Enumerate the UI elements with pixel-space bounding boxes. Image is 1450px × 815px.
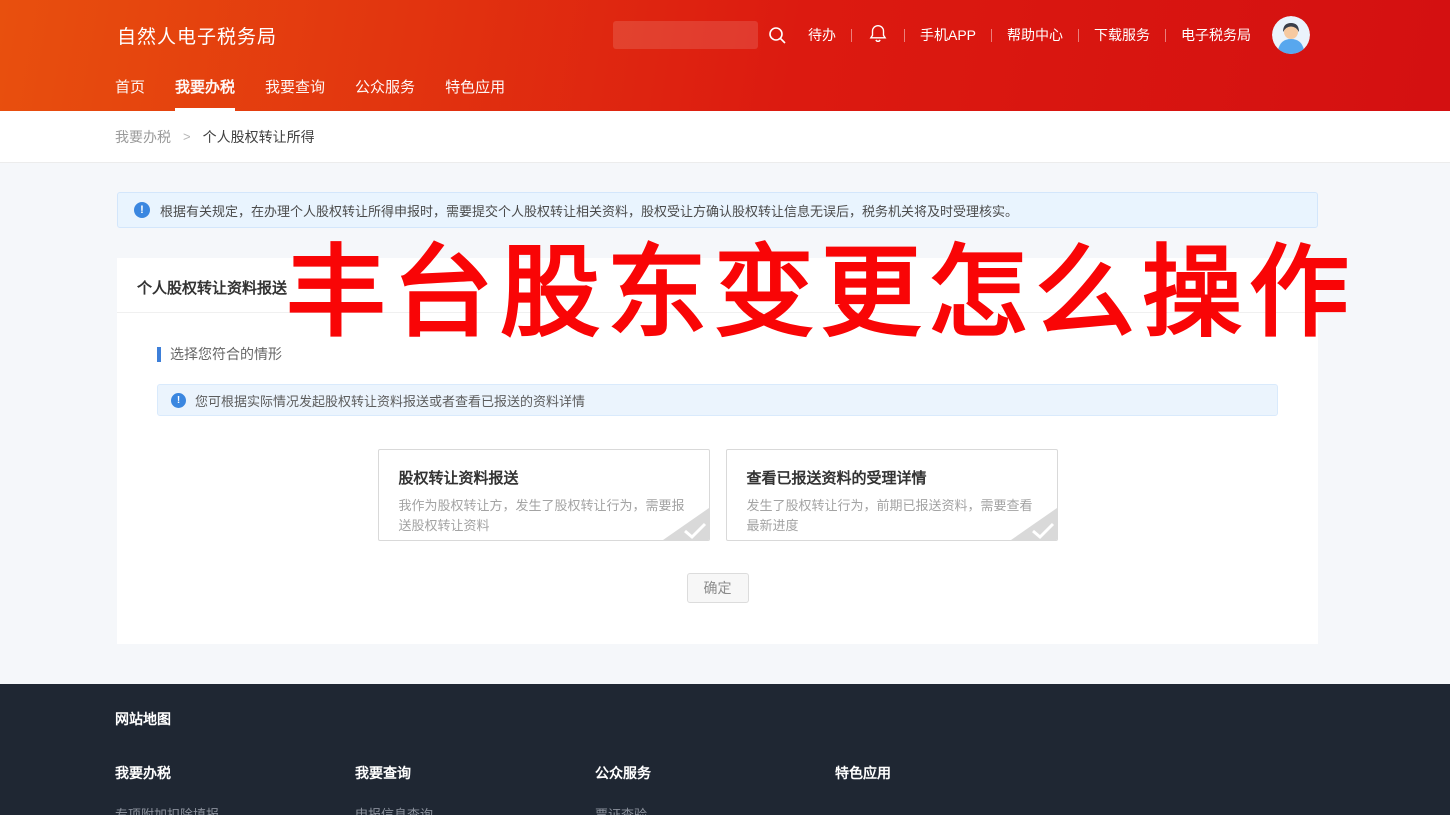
- breadcrumb-current: 个人股权转让所得: [202, 128, 315, 145]
- avatar[interactable]: [1272, 16, 1310, 54]
- footer-col-header: 我要办税: [115, 765, 171, 781]
- app-logo[interactable]: 自然人电子税务局: [117, 22, 277, 49]
- breadcrumb: 我要办税 > 个人股权转让所得: [0, 111, 1450, 163]
- section-accent-bar: [157, 346, 161, 362]
- tab-tax-handling[interactable]: 我要办税: [175, 70, 236, 111]
- page-footer: 网站地图 我要办税 专项附加扣除填报 我要查询 申报信息查询 公众服务 票证查验…: [0, 684, 1450, 815]
- menu-item-download[interactable]: 下载服务: [1079, 25, 1165, 45]
- hint-box: ! 您可根据实际情况发起股权转让资料报送或者查看已报送的资料详情: [157, 384, 1278, 416]
- footer-col-header: 公众服务: [595, 765, 651, 781]
- bell-icon: [867, 21, 889, 50]
- corner-checkmark-icon: [662, 508, 709, 540]
- notice-text: 根据有关规定，在办理个人股权转让所得申报时，需要提交个人股权转让相关资料，股权受…: [160, 203, 1019, 219]
- footer-col-inquiry: 我要查询 申报信息查询: [355, 763, 595, 815]
- main-content: ! 根据有关规定，在办理个人股权转让所得申报时，需要提交个人股权转让相关资料，股…: [117, 192, 1318, 644]
- chevron-right-icon: >: [183, 129, 191, 144]
- section-label: 选择您符合的情形: [157, 346, 1278, 362]
- transfer-report-card: 个人股权转让资料报送 选择您符合的情形 ! 您可根据实际情况发起股权转让资料报送…: [117, 258, 1318, 644]
- info-icon: !: [171, 392, 186, 408]
- footer-columns: 我要办税 专项附加扣除填报 我要查询 申报信息查询 公众服务 票证查验 特色应用: [115, 763, 1450, 815]
- notice-banner: ! 根据有关规定，在办理个人股权转让所得申报时，需要提交个人股权转让相关资料，股…: [117, 192, 1318, 228]
- card-body: 选择您符合的情形 ! 您可根据实际情况发起股权转让资料报送或者查看已报送的资料详…: [117, 346, 1318, 603]
- info-icon: !: [134, 202, 150, 218]
- option-card-submit-materials[interactable]: 股权转让资料报送 我作为股权转让方，发生了股权转让行为，需要报送股权转让资料: [377, 449, 710, 541]
- header-menu: 待办 手机APP 帮助中心 下载服务 电子税务局: [793, 21, 1266, 50]
- option-card-view-submitted[interactable]: 查看已报送资料的受理详情 发生了股权转让行为，前期已报送资料，需要查看最新进度: [725, 449, 1058, 541]
- footer-link-declaration-info[interactable]: 申报信息查询: [355, 804, 595, 815]
- breadcrumb-parent[interactable]: 我要办税: [115, 127, 171, 147]
- app-header: 自然人电子税务局 待办 手机APP 帮助中心 下载服务 电子税务局 首页 我要办…: [0, 0, 1450, 111]
- menu-item-help-center[interactable]: 帮助中心: [992, 25, 1078, 45]
- primary-nav: 首页 我要办税 我要查询 公众服务 特色应用: [0, 70, 1450, 111]
- notifications-button[interactable]: [852, 21, 904, 50]
- footer-col-tax-handling: 我要办税 专项附加扣除填报: [115, 763, 355, 815]
- tab-featured-apps[interactable]: 特色应用: [445, 70, 505, 111]
- footer-col-header: 我要查询: [355, 765, 411, 781]
- sitemap-title: 网站地图: [115, 711, 171, 727]
- option-description: 发生了股权转让行为，前期已报送资料，需要查看最新进度: [746, 498, 1033, 533]
- card-title: 个人股权转让资料报送: [117, 258, 1318, 313]
- option-title: 查看已报送资料的受理详情: [746, 470, 927, 487]
- tab-inquiry[interactable]: 我要查询: [265, 70, 325, 111]
- corner-checkmark-icon: [1010, 508, 1057, 540]
- tab-home[interactable]: 首页: [115, 70, 145, 111]
- footer-link-ticket-check[interactable]: 票证查验: [595, 804, 835, 815]
- menu-item-mobile-app[interactable]: 手机APP: [905, 25, 991, 45]
- confirm-button[interactable]: 确定: [686, 573, 749, 603]
- footer-col-public-service: 公众服务 票证查验: [595, 763, 835, 815]
- search-icon[interactable]: [767, 25, 787, 45]
- tab-public-service[interactable]: 公众服务: [355, 70, 415, 111]
- hint-text: 您可根据实际情况发起股权转让资料报送或者查看已报送的资料详情: [195, 393, 586, 409]
- section-title: 选择您符合的情形: [170, 346, 282, 362]
- header-top-bar: 自然人电子税务局 待办 手机APP 帮助中心 下载服务 电子税务局: [0, 0, 1450, 70]
- footer-col-featured-apps: 特色应用: [835, 763, 1075, 815]
- footer-col-header: 特色应用: [835, 765, 891, 781]
- search-input[interactable]: [612, 21, 758, 49]
- footer-link-special-deduction[interactable]: 专项附加扣除填报: [115, 804, 355, 815]
- menu-item-todo[interactable]: 待办: [793, 25, 851, 45]
- option-title: 股权转让资料报送: [398, 470, 519, 487]
- options-row: 股权转让资料报送 我作为股权转让方，发生了股权转让行为，需要报送股权转让资料 查…: [157, 449, 1278, 541]
- option-description: 我作为股权转让方，发生了股权转让行为，需要报送股权转让资料: [398, 498, 685, 533]
- menu-item-etax-bureau[interactable]: 电子税务局: [1166, 25, 1266, 45]
